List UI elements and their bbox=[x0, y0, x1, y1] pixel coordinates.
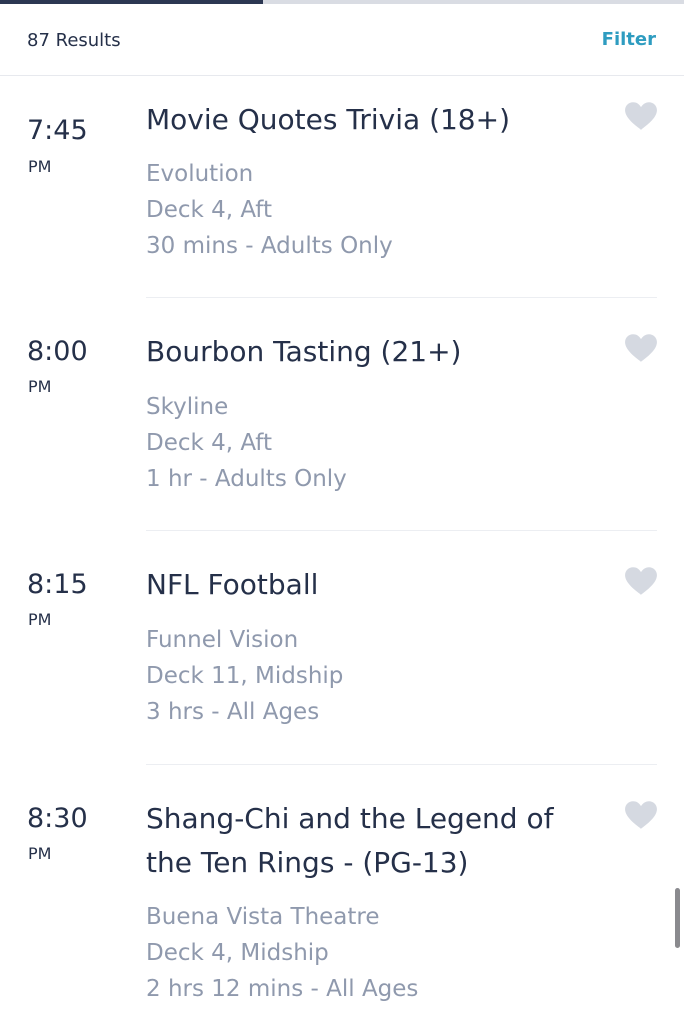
event-time: 8:30 bbox=[27, 803, 88, 834]
event-venue: Buena Vista Theatre bbox=[146, 904, 380, 930]
event-time-period: PM bbox=[28, 844, 52, 863]
event-title: NFL Football bbox=[146, 568, 319, 601]
results-count: 87 Results bbox=[27, 30, 121, 51]
event-time: 8:00 bbox=[27, 336, 88, 367]
event-time: 8:15 bbox=[27, 569, 88, 600]
filter-button[interactable]: Filter bbox=[602, 29, 656, 50]
event-details: 2 hrs 12 mins - All Ages bbox=[146, 976, 419, 1002]
event-location: Deck 4, Aft bbox=[146, 197, 273, 223]
event-location: Deck 4, Aft bbox=[146, 430, 273, 456]
event-details: 1 hr - Adults Only bbox=[146, 466, 347, 492]
event-time-period: PM bbox=[28, 157, 52, 176]
event-list-item[interactable]: 7:45 PM Movie Quotes Trivia (18+) Evolut… bbox=[0, 77, 684, 297]
results-header: 87 Results Filter bbox=[0, 4, 684, 76]
heart-icon[interactable] bbox=[624, 101, 658, 131]
event-time-period: PM bbox=[28, 377, 52, 396]
event-list-item[interactable]: 8:30 PM Shang-Chi and the Legend of the … bbox=[0, 765, 684, 1024]
event-list-item[interactable]: 8:15 PM NFL Football Funnel Vision Deck … bbox=[0, 531, 684, 764]
event-title: Movie Quotes Trivia (18+) bbox=[146, 103, 510, 136]
event-list-item[interactable]: 8:00 PM Bourbon Tasting (21+) Skyline De… bbox=[0, 298, 684, 530]
event-time-period: PM bbox=[28, 610, 52, 629]
event-venue: Skyline bbox=[146, 394, 229, 420]
event-location: Deck 4, Midship bbox=[146, 940, 329, 966]
event-venue: Funnel Vision bbox=[146, 627, 299, 653]
event-details: 3 hrs - All Ages bbox=[146, 699, 320, 725]
event-details: 30 mins - Adults Only bbox=[146, 233, 393, 259]
event-time: 7:45 bbox=[27, 115, 88, 146]
event-location: Deck 11, Midship bbox=[146, 663, 344, 689]
event-title: Shang-Chi and the Legend of the Ten Ring… bbox=[146, 802, 554, 879]
event-venue: Evolution bbox=[146, 161, 254, 187]
vertical-scrollbar[interactable] bbox=[675, 888, 680, 948]
heart-icon[interactable] bbox=[624, 800, 658, 830]
event-title: Bourbon Tasting (21+) bbox=[146, 335, 462, 368]
heart-icon[interactable] bbox=[624, 333, 658, 363]
heart-icon[interactable] bbox=[624, 566, 658, 596]
